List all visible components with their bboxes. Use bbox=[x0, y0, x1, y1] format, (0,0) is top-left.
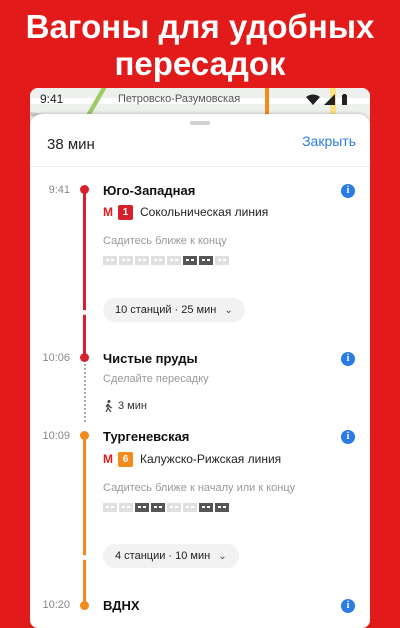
stop-dot-2 bbox=[80, 353, 89, 362]
status-time: 9:41 bbox=[40, 92, 64, 106]
segment-expand-button[interactable]: 10 станций · 25 мин ⌄ bbox=[103, 298, 245, 322]
metro-logo-icon: М bbox=[103, 205, 113, 219]
line-segment-orange bbox=[83, 436, 86, 606]
line-number-badge: 1 bbox=[118, 204, 133, 220]
headline: Вагоны для удобных пересадок bbox=[0, 8, 400, 82]
train-cars-diagram bbox=[103, 256, 231, 265]
line-name: Сокольническая линия bbox=[140, 205, 269, 219]
stop-time: 10:20 bbox=[42, 599, 70, 611]
line-segment-red bbox=[83, 190, 86, 358]
walk-duration: 3 мин bbox=[118, 400, 147, 412]
train-cars-diagram bbox=[103, 503, 231, 512]
stop-time: 10:09 bbox=[42, 430, 70, 442]
walk-info: 3 мин bbox=[103, 400, 147, 412]
walk-connector bbox=[84, 364, 86, 422]
station-name[interactable]: Тургеневская bbox=[103, 429, 189, 444]
metro-line-info: М 6 Калужско-Рижская линия bbox=[103, 451, 281, 467]
wifi-icon bbox=[306, 94, 320, 105]
headline-line-1: Вагоны для удобных bbox=[25, 8, 375, 45]
stop-time: 10:06 bbox=[42, 352, 70, 364]
stop-dot-4 bbox=[80, 601, 89, 610]
segment-marker-1 bbox=[82, 310, 87, 315]
system-icons bbox=[306, 93, 358, 111]
route-sheet: 38 мин Закрыть 9:41 Юго-Западная i М 1 С… bbox=[30, 114, 370, 628]
route-timeline: 9:41 Юго-Западная i М 1 Сокольническая л… bbox=[30, 114, 370, 628]
info-icon[interactable]: i bbox=[341, 599, 355, 613]
station-name[interactable]: ВДНХ bbox=[103, 598, 140, 613]
segment-marker-2 bbox=[82, 555, 87, 560]
stop-dot-3 bbox=[80, 431, 89, 440]
battery-icon bbox=[342, 94, 347, 105]
segment-label: 4 станции · 10 мин bbox=[115, 550, 211, 562]
signal-icon bbox=[324, 94, 335, 105]
phone-screen: 9:41 Петровско-Разумовская 38 мин Закрыт… bbox=[30, 88, 370, 628]
chevron-down-icon: ⌄ bbox=[218, 550, 227, 562]
info-icon[interactable]: i bbox=[341, 430, 355, 444]
segment-expand-button[interactable]: 4 станции · 10 мин ⌄ bbox=[103, 544, 239, 568]
status-bar: 9:41 Петровско-Разумовская bbox=[30, 88, 370, 110]
segment-label: 10 станций · 25 мин bbox=[115, 304, 217, 316]
boarding-hint: Садитесь ближе к концу bbox=[103, 235, 227, 247]
info-icon[interactable]: i bbox=[341, 184, 355, 198]
station-name[interactable]: Чистые пруды bbox=[103, 351, 198, 366]
metro-line-info: М 1 Сокольническая линия bbox=[103, 204, 268, 220]
line-number-badge: 6 bbox=[118, 451, 133, 467]
station-name[interactable]: Юго-Западная bbox=[103, 183, 195, 198]
chevron-down-icon: ⌄ bbox=[224, 304, 233, 316]
info-icon[interactable]: i bbox=[341, 352, 355, 366]
metro-logo-icon: М bbox=[103, 452, 113, 466]
walking-person-icon bbox=[105, 400, 113, 412]
boarding-hint: Садитесь ближе к началу или к концу bbox=[103, 482, 296, 494]
headline-line-2: пересадок bbox=[114, 45, 286, 82]
map-street-label: Петровско-Разумовская bbox=[118, 93, 241, 105]
line-name: Калужско-Рижская линия bbox=[140, 452, 282, 466]
transfer-hint: Сделайте пересадку bbox=[103, 373, 209, 385]
stop-dot-1 bbox=[80, 185, 89, 194]
stop-time: 9:41 bbox=[48, 184, 70, 196]
